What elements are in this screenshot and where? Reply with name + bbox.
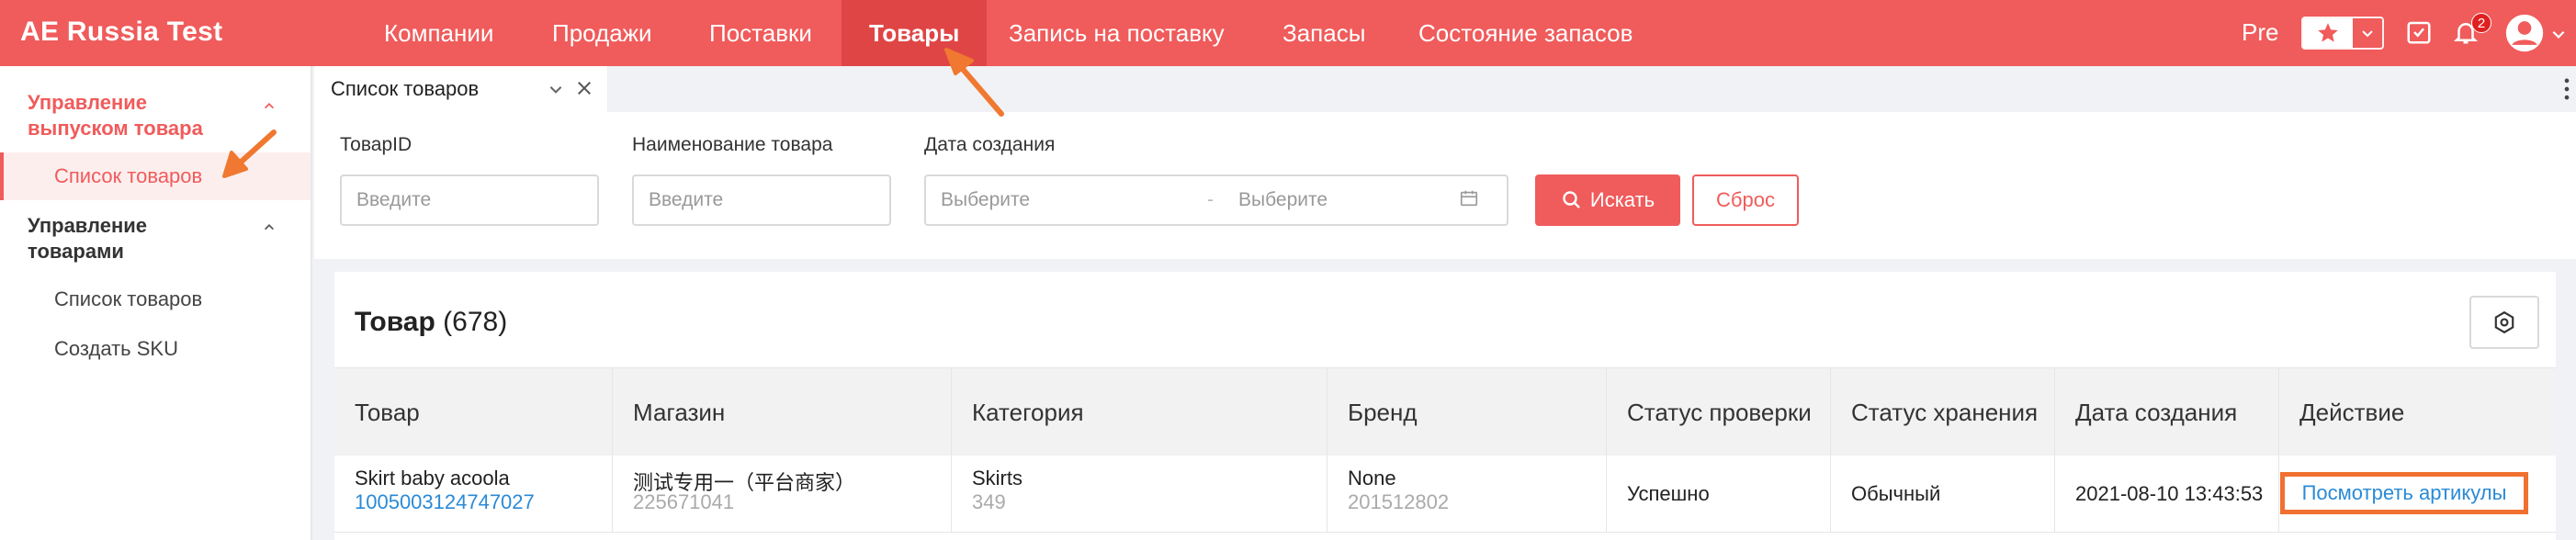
arrow-to-sidebar-item: [222, 129, 277, 178]
annotation-arrows: [222, 48, 1004, 178]
arrow-to-nav-products: [944, 48, 1004, 117]
